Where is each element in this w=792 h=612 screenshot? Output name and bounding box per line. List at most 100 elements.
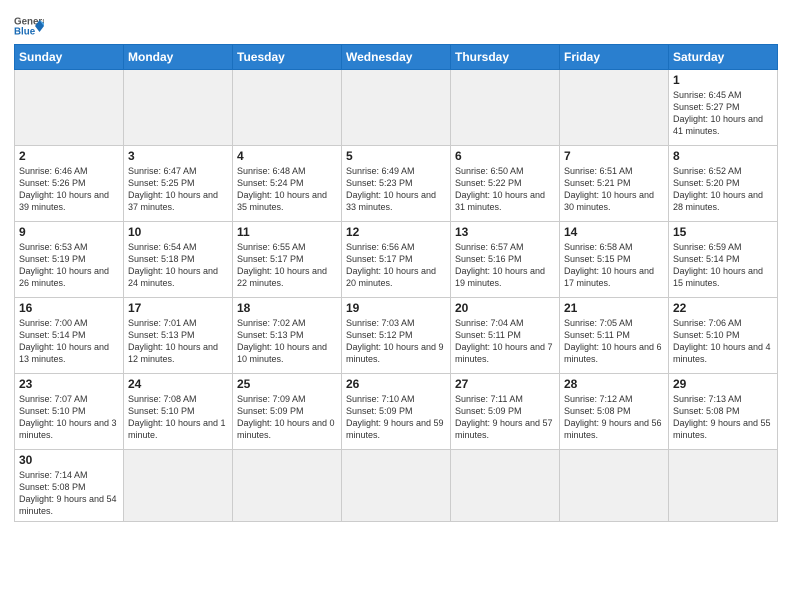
- weekday-header-wednesday: Wednesday: [342, 45, 451, 70]
- day-number: 15: [673, 225, 773, 239]
- day-number: 3: [128, 149, 228, 163]
- calendar-cell: 11Sunrise: 6:55 AMSunset: 5:17 PMDayligh…: [233, 222, 342, 298]
- day-number: 26: [346, 377, 446, 391]
- day-info: Sunrise: 7:12 AMSunset: 5:08 PMDaylight:…: [564, 393, 664, 442]
- day-info: Sunrise: 7:13 AMSunset: 5:08 PMDaylight:…: [673, 393, 773, 442]
- day-number: 23: [19, 377, 119, 391]
- day-info: Sunrise: 6:52 AMSunset: 5:20 PMDaylight:…: [673, 165, 773, 214]
- day-number: 24: [128, 377, 228, 391]
- day-number: 8: [673, 149, 773, 163]
- day-number: 30: [19, 453, 119, 467]
- day-info: Sunrise: 6:51 AMSunset: 5:21 PMDaylight:…: [564, 165, 664, 214]
- weekday-header-tuesday: Tuesday: [233, 45, 342, 70]
- day-number: 29: [673, 377, 773, 391]
- calendar-cell: 22Sunrise: 7:06 AMSunset: 5:10 PMDayligh…: [669, 298, 778, 374]
- weekday-header-friday: Friday: [560, 45, 669, 70]
- day-info: Sunrise: 6:48 AMSunset: 5:24 PMDaylight:…: [237, 165, 337, 214]
- page: General Blue SundayMondayTuesdayWednesda…: [0, 0, 792, 530]
- day-number: 19: [346, 301, 446, 315]
- svg-text:Blue: Blue: [14, 26, 36, 37]
- calendar-cell: 14Sunrise: 6:58 AMSunset: 5:15 PMDayligh…: [560, 222, 669, 298]
- calendar-cell: 8 Sunrise: 6:52 AMSunset: 5:20 PMDaylight…: [669, 146, 778, 222]
- day-number: 7: [564, 149, 664, 163]
- day-number: 22: [673, 301, 773, 315]
- calendar-cell: [342, 450, 451, 522]
- calendar-cell: [451, 70, 560, 146]
- weekday-header-saturday: Saturday: [669, 45, 778, 70]
- day-info: Sunrise: 6:58 AMSunset: 5:15 PMDaylight:…: [564, 241, 664, 290]
- day-info: Sunrise: 6:55 AMSunset: 5:17 PMDaylight:…: [237, 241, 337, 290]
- day-info: Sunrise: 7:10 AMSunset: 5:09 PMDaylight:…: [346, 393, 446, 442]
- day-info: Sunrise: 6:49 AMSunset: 5:23 PMDaylight:…: [346, 165, 446, 214]
- calendar-cell: [560, 70, 669, 146]
- calendar-cell: 15 Sunrise: 6:59 AMSunset: 5:14 PMDayligh…: [669, 222, 778, 298]
- calendar-cell: 12 Sunrise: 6:56 AMSunset: 5:17 PMDayligh…: [342, 222, 451, 298]
- header-area: General Blue: [14, 10, 778, 38]
- day-info: Sunrise: 7:00 AMSunset: 5:14 PMDaylight:…: [19, 317, 119, 366]
- day-number: 17: [128, 301, 228, 315]
- day-info: Sunrise: 6:56 AMSunset: 5:17 PMDaylight:…: [346, 241, 446, 290]
- day-info: Sunrise: 6:47 AMSunset: 5:25 PMDaylight:…: [128, 165, 228, 214]
- day-number: 10: [128, 225, 228, 239]
- day-info: Sunrise: 6:59 AMSunset: 5:14 PMDaylight:…: [673, 241, 773, 290]
- calendar-cell: 25 Sunrise: 7:09 AMSunset: 5:09 PMDayligh…: [233, 374, 342, 450]
- calendar-cell: [560, 450, 669, 522]
- calendar-cell: 9 Sunrise: 6:53 AMSunset: 5:19 PMDaylight…: [15, 222, 124, 298]
- day-number: 4: [237, 149, 337, 163]
- calendar-cell: 21 Sunrise: 7:05 AMSunset: 5:11 PMDayligh…: [560, 298, 669, 374]
- calendar-cell: 10 Sunrise: 6:54 AMSunset: 5:18 PMDayligh…: [124, 222, 233, 298]
- day-info: Sunrise: 7:07 AMSunset: 5:10 PMDaylight:…: [19, 393, 119, 442]
- day-number: 13: [455, 225, 555, 239]
- calendar-cell: 6 Sunrise: 6:50 AMSunset: 5:22 PMDaylight…: [451, 146, 560, 222]
- calendar-cell: 24Sunrise: 7:08 AMSunset: 5:10 PMDayligh…: [124, 374, 233, 450]
- calendar-cell: 28Sunrise: 7:12 AMSunset: 5:08 PMDayligh…: [560, 374, 669, 450]
- day-number: 21: [564, 301, 664, 315]
- day-info: Sunrise: 7:11 AMSunset: 5:09 PMDaylight:…: [455, 393, 555, 442]
- day-info: Sunrise: 7:14 AMSunset: 5:08 PMDaylight:…: [19, 469, 119, 518]
- day-number: 5: [346, 149, 446, 163]
- day-number: 20: [455, 301, 555, 315]
- calendar-cell: 18 Sunrise: 7:02 AMSunset: 5:13 PMDayligh…: [233, 298, 342, 374]
- calendar-cell: [124, 450, 233, 522]
- day-number: 27: [455, 377, 555, 391]
- day-info: Sunrise: 7:03 AMSunset: 5:12 PMDaylight:…: [346, 317, 446, 366]
- week-row-1: 1Sunrise: 6:45 AMSunset: 5:27 PMDaylight…: [15, 70, 778, 146]
- day-info: Sunrise: 7:02 AMSunset: 5:13 PMDaylight:…: [237, 317, 337, 366]
- day-number: 6: [455, 149, 555, 163]
- calendar-cell: [451, 450, 560, 522]
- calendar-cell: 26 Sunrise: 7:10 AMSunset: 5:09 PMDayligh…: [342, 374, 451, 450]
- day-info: Sunrise: 7:05 AMSunset: 5:11 PMDaylight:…: [564, 317, 664, 366]
- calendar-cell: 27 Sunrise: 7:11 AMSunset: 5:09 PMDayligh…: [451, 374, 560, 450]
- calendar-cell: 13 Sunrise: 6:57 AMSunset: 5:16 PMDayligh…: [451, 222, 560, 298]
- day-info: Sunrise: 6:46 AMSunset: 5:26 PMDaylight:…: [19, 165, 119, 214]
- calendar-cell: [124, 70, 233, 146]
- day-number: 18: [237, 301, 337, 315]
- day-number: 16: [19, 301, 119, 315]
- logo-icon: General Blue: [14, 14, 44, 38]
- day-info: Sunrise: 6:50 AMSunset: 5:22 PMDaylight:…: [455, 165, 555, 214]
- week-row-5: 23 Sunrise: 7:07 AMSunset: 5:10 PMDayligh…: [15, 374, 778, 450]
- week-row-3: 9 Sunrise: 6:53 AMSunset: 5:19 PMDaylight…: [15, 222, 778, 298]
- calendar-cell: [15, 70, 124, 146]
- calendar-cell: 1Sunrise: 6:45 AMSunset: 5:27 PMDaylight…: [669, 70, 778, 146]
- day-info: Sunrise: 6:54 AMSunset: 5:18 PMDaylight:…: [128, 241, 228, 290]
- day-number: 25: [237, 377, 337, 391]
- day-info: Sunrise: 6:57 AMSunset: 5:16 PMDaylight:…: [455, 241, 555, 290]
- day-number: 12: [346, 225, 446, 239]
- weekday-header-sunday: Sunday: [15, 45, 124, 70]
- calendar-cell: 3 Sunrise: 6:47 AMSunset: 5:25 PMDaylight…: [124, 146, 233, 222]
- calendar-cell: 29 Sunrise: 7:13 AMSunset: 5:08 PMDayligh…: [669, 374, 778, 450]
- day-info: Sunrise: 7:09 AMSunset: 5:09 PMDaylight:…: [237, 393, 337, 442]
- day-info: Sunrise: 7:01 AMSunset: 5:13 PMDaylight:…: [128, 317, 228, 366]
- calendar-cell: [233, 70, 342, 146]
- day-info: Sunrise: 7:04 AMSunset: 5:11 PMDaylight:…: [455, 317, 555, 366]
- calendar-table: SundayMondayTuesdayWednesdayThursdayFrid…: [14, 44, 778, 522]
- day-number: 1: [673, 73, 773, 87]
- day-info: Sunrise: 6:53 AMSunset: 5:19 PMDaylight:…: [19, 241, 119, 290]
- weekday-header-monday: Monday: [124, 45, 233, 70]
- week-row-6: 30 Sunrise: 7:14 AMSunset: 5:08 PMDayligh…: [15, 450, 778, 522]
- week-row-4: 16 Sunrise: 7:00 AMSunset: 5:14 PMDayligh…: [15, 298, 778, 374]
- weekday-header-row: SundayMondayTuesdayWednesdayThursdayFrid…: [15, 45, 778, 70]
- calendar-cell: 23 Sunrise: 7:07 AMSunset: 5:10 PMDayligh…: [15, 374, 124, 450]
- day-number: 9: [19, 225, 119, 239]
